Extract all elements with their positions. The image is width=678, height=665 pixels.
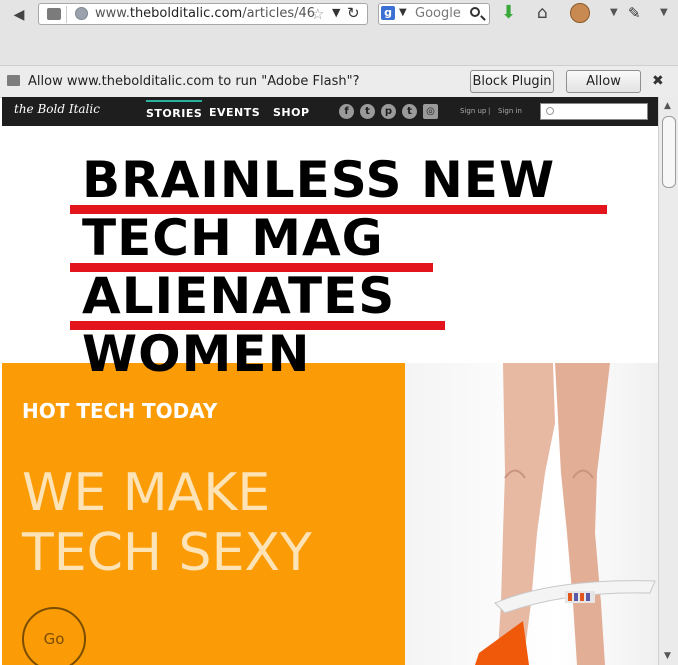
- hero-title: WE MAKE TECH SEXY: [22, 463, 312, 583]
- home-icon[interactable]: ⌂: [537, 4, 548, 22]
- profile-avatar-icon[interactable]: [570, 3, 590, 23]
- google-engine-icon[interactable]: g: [381, 6, 395, 20]
- plugin-notification-bar: Allow www.thebolditalic.com to run "Adob…: [0, 66, 678, 98]
- hero-banner: HOT TECH TODAY WE MAKE TECH SEXY Go: [2, 363, 658, 665]
- scroll-thumb[interactable]: [662, 116, 676, 188]
- tumblr-icon[interactable]: t: [402, 104, 417, 119]
- page-content: BRAINLESS NEW TECH MAG ALIENATES WOMEN H…: [2, 126, 658, 665]
- url-text[interactable]: www.thebolditalic.com/articles/46: [95, 6, 315, 22]
- site-logo[interactable]: the Bold Italic: [14, 102, 100, 116]
- search-bar[interactable]: g ▼ Google: [378, 3, 490, 25]
- legs-photo-illustration: [475, 363, 656, 665]
- url-history-dropdown-icon[interactable]: ▼: [332, 6, 340, 19]
- hero-orange-panel: HOT TECH TODAY WE MAKE TECH SEXY Go: [2, 363, 405, 665]
- go-button[interactable]: Go: [22, 607, 86, 665]
- nav-shop[interactable]: SHOP: [273, 106, 310, 119]
- headline-line: TECH MAG: [70, 209, 555, 272]
- instagram-icon[interactable]: ◎: [423, 104, 438, 119]
- url-domain: thebolditalic.com: [129, 6, 243, 21]
- scroll-up-icon[interactable]: ▲: [664, 101, 671, 111]
- site-nav: the Bold Italic STORIES EVENTS SHOP f t …: [2, 97, 658, 126]
- page-scrollbar[interactable]: ▲ ▼: [658, 97, 678, 665]
- nav-events[interactable]: EVENTS: [209, 106, 260, 119]
- reload-icon[interactable]: ↻: [347, 4, 360, 22]
- back-button[interactable]: ◀: [8, 6, 30, 24]
- facebook-icon[interactable]: f: [339, 104, 354, 119]
- allow-plugin-button[interactable]: Allow: [566, 70, 641, 93]
- nav-divider: |: [488, 107, 491, 115]
- headline-line: BRAINLESS NEW: [70, 151, 607, 214]
- site-identity-icon[interactable]: [47, 8, 61, 20]
- url-divider: [66, 6, 67, 23]
- download-icon[interactable]: ⬇: [501, 4, 516, 22]
- pinterest-icon[interactable]: p: [381, 104, 396, 119]
- headline-line: ALIENATES: [70, 267, 555, 330]
- twitter-icon[interactable]: t: [360, 104, 375, 119]
- url-path: /articles/46: [242, 6, 316, 21]
- bookmark-star-icon[interactable]: ☆: [311, 5, 324, 23]
- block-plugin-button[interactable]: Block Plugin: [470, 70, 554, 93]
- hero-title-line-2: TECH SEXY: [22, 523, 312, 583]
- site-search-icon: [546, 107, 554, 115]
- tools-icon[interactable]: ✎: [628, 4, 641, 22]
- browser-toolbar: ◀ www.thebolditalic.com/articles/46 ☆ ▼ …: [0, 0, 678, 66]
- url-bar[interactable]: www.thebolditalic.com/articles/46 ☆ ▼ ↻: [38, 3, 368, 25]
- hero-photo: [405, 363, 658, 665]
- search-engine-dropdown-icon[interactable]: ▼: [399, 7, 407, 18]
- hero-title-line-1: WE MAKE: [22, 463, 271, 523]
- sign-up-link[interactable]: Sign up: [460, 107, 486, 115]
- plugin-icon: [7, 75, 20, 86]
- sign-in-link[interactable]: Sign in: [498, 107, 522, 115]
- hero-kicker: HOT TECH TODAY: [22, 399, 218, 423]
- profile-menu-dropdown-icon[interactable]: ▼: [610, 7, 618, 18]
- search-placeholder[interactable]: Google: [415, 6, 461, 22]
- nav-stories[interactable]: STORIES: [146, 100, 203, 120]
- scroll-down-icon[interactable]: ▼: [664, 651, 671, 661]
- globe-icon: [75, 7, 88, 20]
- article-headline: BRAINLESS NEW TECH MAG ALIENATES WOMEN: [70, 151, 607, 388]
- site-search-input[interactable]: [540, 103, 648, 120]
- close-notification-icon[interactable]: ✖: [652, 73, 664, 89]
- plugin-message: Allow www.thebolditalic.com to run "Adob…: [28, 74, 360, 89]
- tools-menu-dropdown-icon[interactable]: ▼: [660, 7, 668, 18]
- search-icon[interactable]: [470, 7, 480, 17]
- url-prefix: www.: [95, 6, 130, 21]
